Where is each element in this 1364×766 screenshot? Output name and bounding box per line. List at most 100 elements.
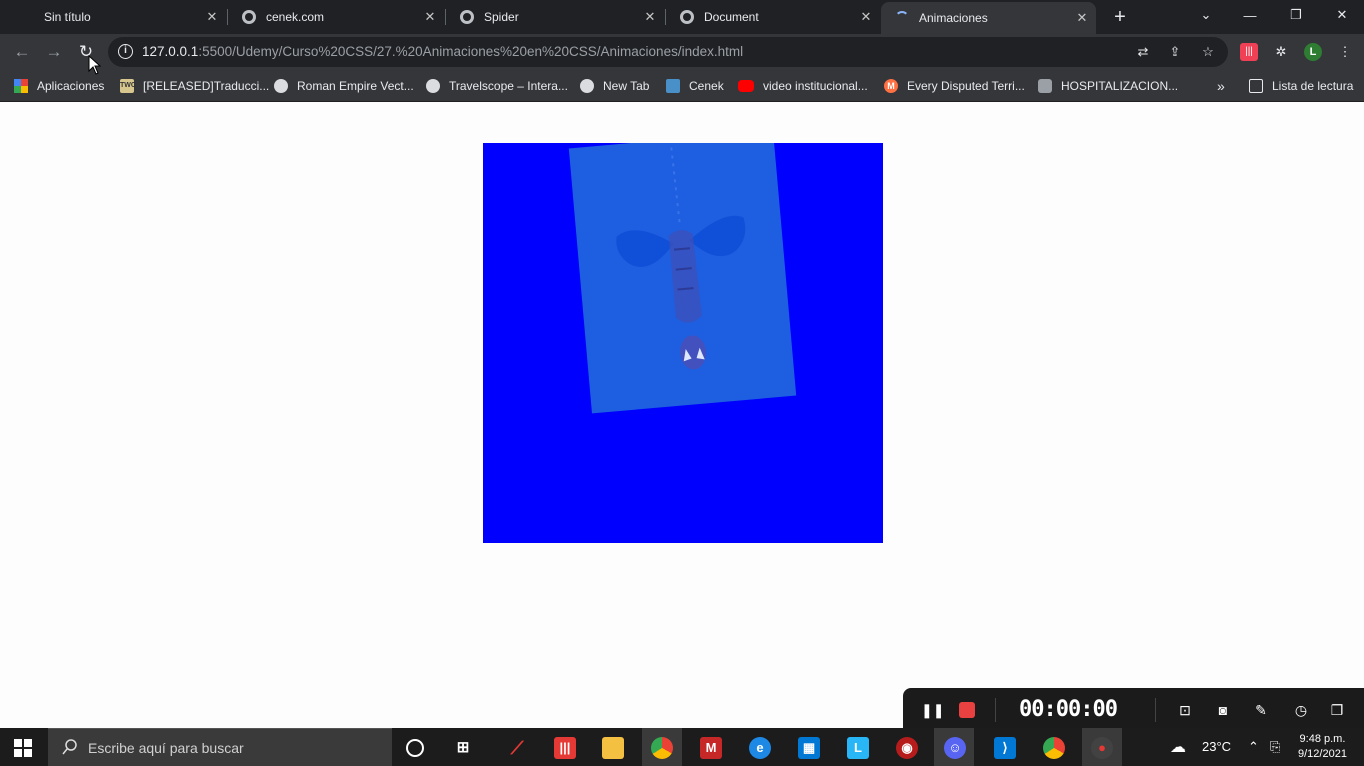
timer-icon[interactable]: ◷: [1291, 700, 1311, 720]
pause-button[interactable]: ❚❚: [921, 700, 944, 720]
vscode-icon[interactable]: ⟩: [994, 737, 1016, 759]
window-icon[interactable]: ❐: [1327, 700, 1347, 720]
bookmark-star-icon[interactable]: ☆: [1199, 43, 1217, 61]
browser-toolbar: ← → ↻ i 127.0.0.1:5500/Udemy/Curso%20CSS…: [0, 34, 1364, 70]
reading-list-label: Lista de lectura: [1272, 79, 1354, 93]
bookmark-roman-empire[interactable]: Roman Empire Vect...: [274, 77, 414, 95]
bookmark-label: Roman Empire Vect...: [297, 79, 414, 93]
twc-icon: TWC: [120, 79, 136, 93]
tab-animaciones[interactable]: Animaciones ✕: [881, 2, 1096, 34]
profile-avatar[interactable]: L: [1304, 43, 1322, 61]
reading-list-button[interactable]: Lista de lectura: [1249, 77, 1353, 95]
page-viewport: [0, 103, 1364, 728]
discord-icon[interactable]: ☺: [944, 737, 966, 759]
translate-icon[interactable]: ⇄: [1134, 43, 1152, 61]
camera-icon[interactable]: ◙: [1213, 700, 1233, 720]
weather-temperature[interactable]: 23°C: [1202, 739, 1231, 754]
mcafee-icon[interactable]: M: [700, 737, 722, 759]
url-text[interactable]: 127.0.0.1:5500/Udemy/Curso%20CSS/27.%20A…: [142, 44, 743, 59]
screenshot-region-icon[interactable]: ⊡: [1175, 700, 1195, 720]
recorder-app-icon[interactable]: ●: [1091, 737, 1113, 759]
taskbar-clock[interactable]: 9:48 p.m. 9/12/2021: [1298, 732, 1347, 762]
cenek-icon: [666, 79, 680, 93]
close-icon[interactable]: ✕: [416, 9, 444, 25]
bookmark-aplicaciones[interactable]: Aplicaciones: [14, 77, 104, 95]
menu-kebab-icon[interactable]: ⋮: [1336, 43, 1354, 61]
close-icon[interactable]: ✕: [852, 9, 880, 25]
tray-chevron-icon[interactable]: ⌃: [1248, 739, 1259, 755]
tab-strip: Sin título ✕ cenek.com ✕ Spider ✕ Docume…: [0, 0, 1364, 34]
pen-icon[interactable]: ✎: [1251, 700, 1271, 720]
taskbar-search-box[interactable]: Escribe aquí para buscar: [48, 728, 392, 766]
globe-icon: [460, 10, 474, 24]
close-icon[interactable]: ✕: [1068, 10, 1096, 26]
loading-icon: [895, 11, 909, 25]
tab-title: Animaciones: [919, 11, 988, 25]
screen-recorder-bar: ❚❚ 00:00:00 ⊡ ◙ ✎ ◷ ❐: [903, 688, 1364, 732]
store-icon[interactable]: ▦: [798, 737, 820, 759]
restore-button[interactable]: ❐: [1274, 0, 1318, 30]
spider-man-illustration: [616, 143, 746, 370]
clock-date: 9/12/2021: [1298, 748, 1347, 760]
bookmark-new-tab[interactable]: New Tab: [580, 77, 649, 95]
spider-image-card: [568, 143, 797, 414]
record-timer: 00:00:00: [1019, 697, 1118, 722]
share-icon[interactable]: ⇪: [1166, 43, 1184, 61]
bookmarks-overflow-button[interactable]: »: [1217, 77, 1225, 95]
minimize-button[interactable]: ―: [1228, 0, 1272, 30]
bookmark-every-disputed[interactable]: M Every Disputed Terri...: [884, 77, 1025, 95]
tab-document[interactable]: Document ✕: [666, 0, 880, 34]
red-box-app-icon[interactable]: |||: [554, 737, 576, 759]
new-tab-button[interactable]: +: [1108, 4, 1132, 30]
chrome-icon[interactable]: [1043, 737, 1065, 759]
search-icon: [62, 739, 77, 755]
edge-icon[interactable]: e: [749, 737, 771, 759]
bookmark-label: Cenek: [689, 79, 724, 93]
forward-button[interactable]: →: [41, 39, 67, 65]
bookmark-label: Aplicaciones: [37, 79, 105, 93]
url-host: 127.0.0.1: [142, 44, 199, 59]
task-view-icon[interactable]: ⊞: [452, 737, 474, 759]
divider: [1155, 698, 1156, 722]
file-explorer-icon[interactable]: [602, 737, 624, 759]
tab-title: Spider: [484, 10, 519, 24]
animation-container: [483, 143, 883, 543]
cortana-icon[interactable]: [406, 739, 424, 757]
bookmark-released[interactable]: TWC [RELEASED]Traducci...: [120, 77, 269, 95]
tab-cenek[interactable]: cenek.com ✕: [228, 0, 444, 34]
stop-record-button[interactable]: [959, 702, 975, 718]
tab-spider[interactable]: Spider ✕: [446, 0, 664, 34]
extensions-puzzle-icon[interactable]: ✲: [1272, 43, 1290, 61]
red-app-icon[interactable]: ⟋: [506, 737, 528, 759]
tab-title: Sin título: [44, 10, 91, 24]
bookmark-travelscope[interactable]: Travelscope – Intera...: [426, 77, 568, 95]
davinci-icon[interactable]: ◉: [896, 737, 918, 759]
globe-icon: [426, 79, 440, 93]
apps-grid-icon: [14, 79, 28, 93]
address-bar[interactable]: i 127.0.0.1:5500/Udemy/Curso%20CSS/27.%2…: [108, 37, 1228, 67]
tab-sin-titulo[interactable]: Sin título ✕: [0, 0, 226, 34]
globe-icon: [274, 79, 288, 93]
bookmark-video-institucional[interactable]: video institucional...: [738, 77, 868, 95]
close-window-button[interactable]: ✕: [1320, 0, 1364, 30]
weather-cloud-icon[interactable]: ☁: [1170, 737, 1186, 757]
close-icon[interactable]: ✕: [636, 9, 664, 25]
globe-icon: [580, 79, 594, 93]
network-icon[interactable]: ⎘: [1270, 739, 1280, 755]
pocket-extension-icon[interactable]: |||: [1240, 43, 1258, 61]
windows-taskbar: Escribe aquí para buscar ⊞ ⟋ ||| M e ▦ L…: [0, 728, 1364, 766]
tab-title: cenek.com: [266, 10, 325, 24]
site-info-icon[interactable]: i: [118, 44, 133, 59]
l-app-icon[interactable]: L: [847, 737, 869, 759]
bookmark-label: [RELEASED]Traducci...: [143, 79, 270, 93]
bookmark-hospitalizacion[interactable]: HOSPITALIZACION...: [1038, 77, 1178, 95]
bookmark-label: Every Disputed Terri...: [907, 79, 1025, 93]
bookmark-label: New Tab: [603, 79, 650, 93]
bookmark-label: video institucional...: [763, 79, 868, 93]
back-button[interactable]: ←: [9, 39, 35, 65]
tab-search-button[interactable]: ⌄: [1184, 0, 1228, 30]
bookmark-cenek[interactable]: Cenek: [666, 77, 724, 95]
close-icon[interactable]: ✕: [198, 9, 226, 25]
windows-start-icon[interactable]: [14, 739, 32, 757]
chrome-icon[interactable]: [651, 737, 673, 759]
